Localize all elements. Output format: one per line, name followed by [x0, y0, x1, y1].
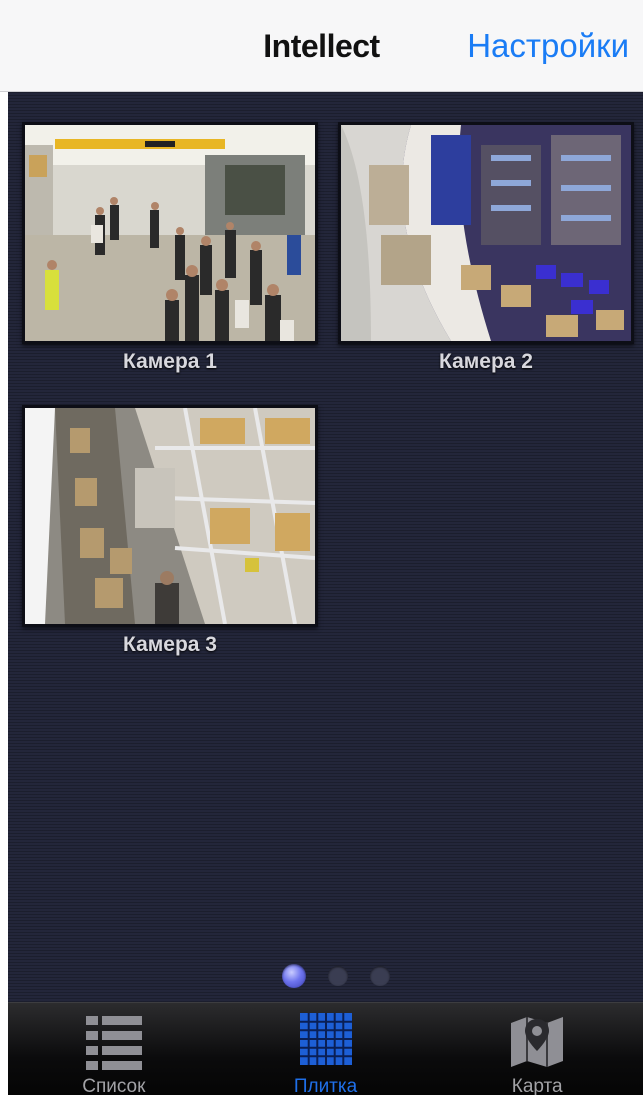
grid-icon — [299, 1013, 352, 1065]
page-dot-2[interactable] — [327, 966, 348, 986]
storage-shelves-camera-image — [25, 408, 315, 624]
camera-thumbnail-2[interactable] — [338, 122, 634, 344]
airport-hall-camera-image — [25, 125, 315, 341]
tab-map[interactable]: Карта — [431, 1003, 643, 1095]
warehouse-fisheye-camera-image — [341, 125, 631, 341]
tab-map-label: Карта — [511, 1076, 563, 1095]
settings-button[interactable]: Настройки — [467, 27, 629, 65]
page-indicator[interactable] — [8, 964, 643, 988]
navigation-bar: Intellect Настройки — [0, 0, 643, 92]
tab-list-label: Список — [82, 1076, 146, 1095]
camera-label-2: Камера 2 — [439, 350, 533, 373]
tab-bar: Список Плитка Карта — [8, 1002, 643, 1095]
camera-tile-1[interactable]: Камера 1 — [22, 122, 318, 374]
list-icon — [85, 1016, 142, 1070]
camera-label-1: Камера 1 — [123, 350, 217, 373]
tab-list[interactable]: Список — [8, 1003, 220, 1095]
tab-tiles[interactable]: Плитка — [220, 1003, 432, 1095]
page-dot-3[interactable] — [369, 966, 390, 986]
map-icon — [511, 1017, 564, 1067]
camera-tile-grid[interactable]: Камера 1 Камера 2 Камера 3 — [8, 92, 643, 1002]
page-dot-1[interactable] — [281, 964, 306, 988]
camera-tile-3[interactable]: Камера 3 — [22, 405, 318, 657]
camera-thumbnail-3[interactable] — [22, 405, 318, 627]
camera-label-3: Камера 3 — [123, 633, 217, 656]
camera-thumbnail-1[interactable] — [22, 122, 318, 344]
camera-tile-2[interactable]: Камера 2 — [338, 122, 634, 374]
tab-tiles-label: Плитка — [293, 1076, 358, 1095]
